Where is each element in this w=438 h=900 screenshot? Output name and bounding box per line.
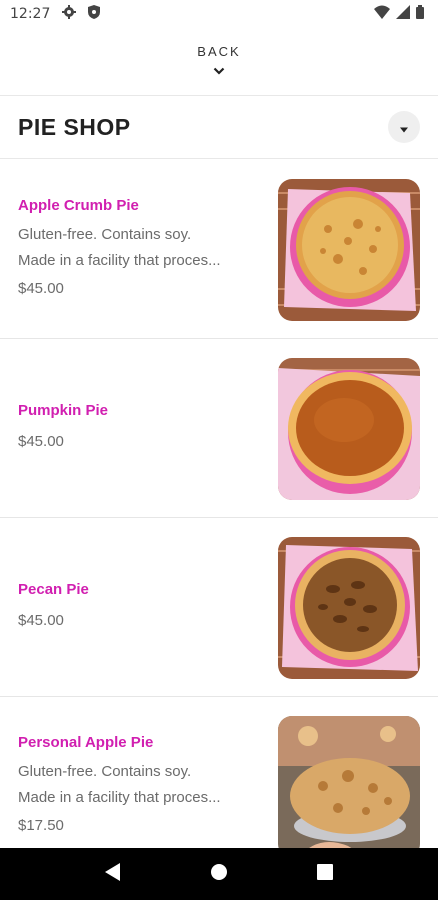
home-circle-icon[interactable] bbox=[210, 863, 228, 885]
back-triangle-icon[interactable] bbox=[104, 863, 121, 885]
caret-down-icon bbox=[399, 118, 409, 137]
back-label: BACK bbox=[197, 43, 241, 59]
signal-icon bbox=[396, 5, 410, 23]
item-image bbox=[278, 537, 420, 679]
item-text: Pecan Pie $45.00 bbox=[18, 518, 258, 696]
recents-square-icon[interactable] bbox=[317, 864, 334, 884]
list-item[interactable]: Pecan Pie $45.00 bbox=[0, 518, 438, 697]
wifi-icon bbox=[374, 5, 390, 23]
item-price: $45.00 bbox=[18, 611, 64, 629]
item-name: Pumpkin Pie bbox=[18, 401, 109, 419]
item-description-line: Made in a facility that proces... bbox=[18, 789, 221, 806]
item-image bbox=[278, 358, 420, 500]
item-name: Apple Crumb Pie bbox=[18, 196, 139, 214]
back-button[interactable]: BACK bbox=[0, 28, 438, 94]
item-price: $45.00 bbox=[18, 279, 64, 297]
item-price: $17.50 bbox=[18, 817, 64, 834]
item-image bbox=[278, 716, 420, 858]
page-title: PIE SHOP bbox=[18, 113, 131, 140]
item-description-line: Gluten-free. Contains soy. bbox=[18, 763, 192, 780]
list-item[interactable]: Pumpkin Pie $45.00 bbox=[0, 339, 438, 518]
item-text: Apple Crumb Pie Gluten-free. Contains so… bbox=[18, 160, 258, 338]
android-navigation-bar bbox=[0, 848, 438, 900]
item-description-line: Made in a facility that proces... bbox=[18, 251, 221, 269]
shield-icon bbox=[88, 5, 101, 23]
item-description-line: Gluten-free. Contains soy. bbox=[18, 225, 192, 243]
status-time: 12:27 bbox=[10, 6, 51, 22]
item-description: Gluten-free. Contains soy. Made in a fac… bbox=[18, 759, 258, 811]
item-price: $45.00 bbox=[18, 432, 64, 450]
chevron-down-icon bbox=[213, 60, 225, 79]
status-bar: 12:27 bbox=[0, 0, 438, 28]
battery-icon bbox=[416, 5, 424, 23]
item-name: Personal Apple Pie bbox=[18, 734, 154, 751]
category-dropdown-button[interactable] bbox=[388, 111, 420, 143]
item-image bbox=[278, 179, 420, 321]
item-text: Pumpkin Pie $45.00 bbox=[18, 339, 258, 517]
gear-icon bbox=[62, 5, 77, 23]
item-description: Gluten-free. Contains soy. Made in a fac… bbox=[18, 222, 258, 274]
divider bbox=[0, 158, 438, 159]
list-item[interactable]: Apple Crumb Pie Gluten-free. Contains so… bbox=[0, 160, 438, 339]
page-header: PIE SHOP bbox=[0, 96, 438, 158]
item-name: Pecan Pie bbox=[18, 580, 89, 598]
